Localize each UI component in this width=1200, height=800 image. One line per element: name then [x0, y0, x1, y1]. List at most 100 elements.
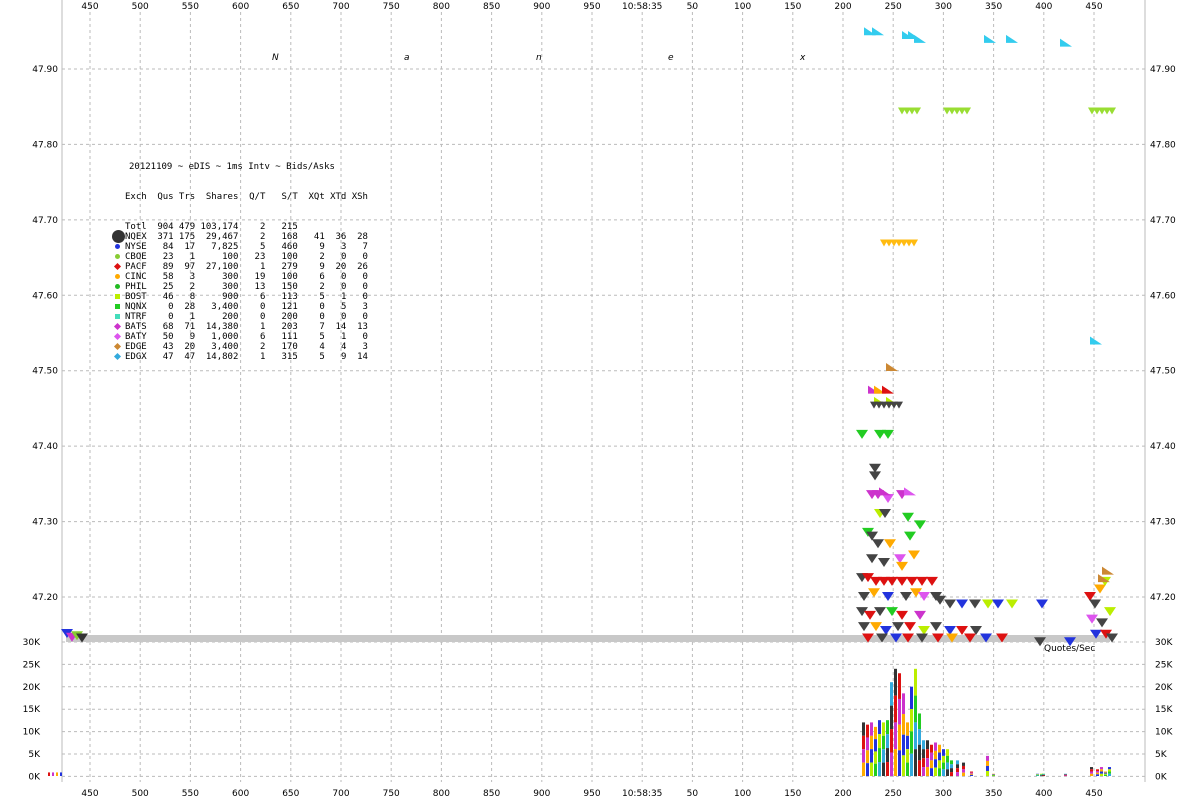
stats-cell-xtd: 0	[340, 272, 347, 282]
exchange-marker-icon	[112, 230, 125, 243]
x-tick-label: 600	[232, 789, 249, 799]
x-tick-label: 950	[583, 2, 600, 12]
stats-cell-qus: 84	[162, 242, 174, 252]
volume-bar	[866, 750, 869, 764]
volume-bar	[882, 735, 885, 750]
quote-marker	[1036, 599, 1048, 609]
stats-cell-xqt: 9	[319, 262, 325, 272]
volume-bar	[894, 749, 897, 776]
stats-cell-qt: 19	[254, 272, 266, 282]
volume-tick-label: 0K	[1155, 772, 1168, 782]
volume-bar	[886, 748, 889, 763]
ask-marker	[910, 239, 918, 247]
quote-marker	[886, 607, 898, 617]
stats-title: 20121109 ~ eDIS ~ 1ms Intv ~ Bids/Asks	[129, 162, 335, 172]
volume-bar	[870, 722, 873, 736]
stats-cell-exch: Totl	[125, 222, 147, 232]
volume-bar	[898, 698, 901, 725]
volume-bar	[942, 755, 945, 763]
volume-bar	[874, 726, 877, 740]
stats-cell-xtd: 0	[340, 312, 347, 322]
ask-marker	[1108, 107, 1116, 115]
x-tick-label: 450	[1085, 2, 1102, 12]
stats-cell-xsh: 7	[362, 242, 368, 252]
quote-marker	[1104, 607, 1116, 617]
ask-marker	[895, 401, 903, 409]
exchange-marker-icon	[114, 312, 121, 322]
volume-bar	[878, 720, 881, 735]
volume-bar	[870, 749, 873, 763]
stats-row-cinc: CINC 58 3 300 19 100 6 0 0	[114, 272, 368, 282]
volume-bar	[914, 668, 917, 696]
stats-cell-xsh: 0	[362, 292, 368, 302]
quote-marker	[884, 539, 896, 549]
quote-marker	[858, 622, 870, 632]
stats-cell-xtd: 1	[340, 332, 347, 342]
volume-bar	[934, 767, 937, 776]
volume-bar	[918, 713, 921, 730]
volume-bar	[1108, 769, 1111, 772]
volume-bar	[1096, 772, 1099, 775]
volume-bar	[938, 768, 941, 776]
volume-bar	[942, 749, 945, 756]
x-tick-label: 250	[885, 789, 902, 799]
volume-bar	[894, 722, 897, 750]
volume-bar	[914, 749, 917, 776]
stats-header-cell: XSh	[351, 192, 368, 202]
price-tick-label: 47.50	[32, 367, 58, 377]
volume-bar	[1064, 774, 1067, 776]
x-tick-label: 800	[433, 2, 450, 12]
x-tick-label: 700	[332, 789, 349, 799]
x-tick-label: 750	[383, 2, 400, 12]
stats-cell-qus: 904	[157, 222, 174, 232]
volume-tick-label: 25K	[1155, 660, 1173, 670]
volume-bar	[52, 772, 54, 776]
volume-bar	[1100, 767, 1103, 770]
volume-bar	[986, 770, 989, 776]
quote-marker	[956, 599, 968, 609]
stats-cell-qus: 0	[168, 312, 174, 322]
volume-bar	[878, 762, 881, 776]
x-tick-label: 400	[1035, 789, 1052, 799]
volume-bar	[970, 772, 973, 774]
stats-row-cboe: CBOE 23 1 100 23 100 2 0 0	[114, 252, 368, 262]
stats-cell-xsh: 0	[362, 272, 368, 282]
stats-cell-trs: 47	[184, 352, 196, 362]
volume-bar	[1100, 771, 1103, 774]
x-tick-label: 850	[483, 789, 500, 799]
volume-bar	[1104, 774, 1107, 776]
quote-marker	[856, 429, 868, 439]
stats-cell-trs: 479	[178, 222, 196, 232]
volume-bar	[898, 724, 901, 751]
stats-cell-xqt: 41	[313, 232, 325, 242]
volume-bar	[942, 769, 945, 776]
volume-bar	[906, 735, 909, 750]
price-tick-label: 47.60	[32, 291, 58, 301]
quote-marker	[896, 576, 908, 586]
stats-cell-xsh: 3	[362, 302, 368, 312]
exchange-stats-table: 20121109 ~ eDIS ~ 1ms Intv ~ Bids/Asks E…	[112, 142, 368, 372]
stats-cell-shares: 27,100	[205, 262, 239, 272]
x-tick-label: 650	[282, 789, 299, 799]
stats-cell-shares: 14,802	[205, 352, 239, 362]
stats-cell-xtd: 20	[335, 262, 347, 272]
stats-cell-exch: CBOE	[125, 252, 147, 262]
stats-cell-shares: 103,174	[200, 222, 239, 232]
stats-header-cell: Qus	[157, 192, 174, 202]
exchange-marker-icon	[114, 282, 121, 292]
price-tick-label: 47.80	[32, 140, 58, 150]
quotes-per-sec-label: Quotes/Sec	[1044, 644, 1095, 654]
volume-bar	[882, 749, 885, 763]
stats-cell-shares: 7,825	[211, 242, 239, 252]
stats-cell-trs: 1	[189, 252, 196, 262]
stats-cell-qus: 23	[162, 252, 174, 262]
volume-bars	[48, 668, 1111, 776]
volume-bar	[902, 714, 905, 735]
x-tick-label: 650	[282, 2, 299, 12]
stats-cell-qt: 2	[259, 342, 266, 352]
stats-cell-st: 460	[281, 242, 298, 252]
volume-bar	[866, 763, 869, 776]
volume-bar	[1042, 773, 1045, 775]
stats-cell-xqt: 7	[319, 322, 325, 332]
volume-bar	[1108, 767, 1111, 770]
